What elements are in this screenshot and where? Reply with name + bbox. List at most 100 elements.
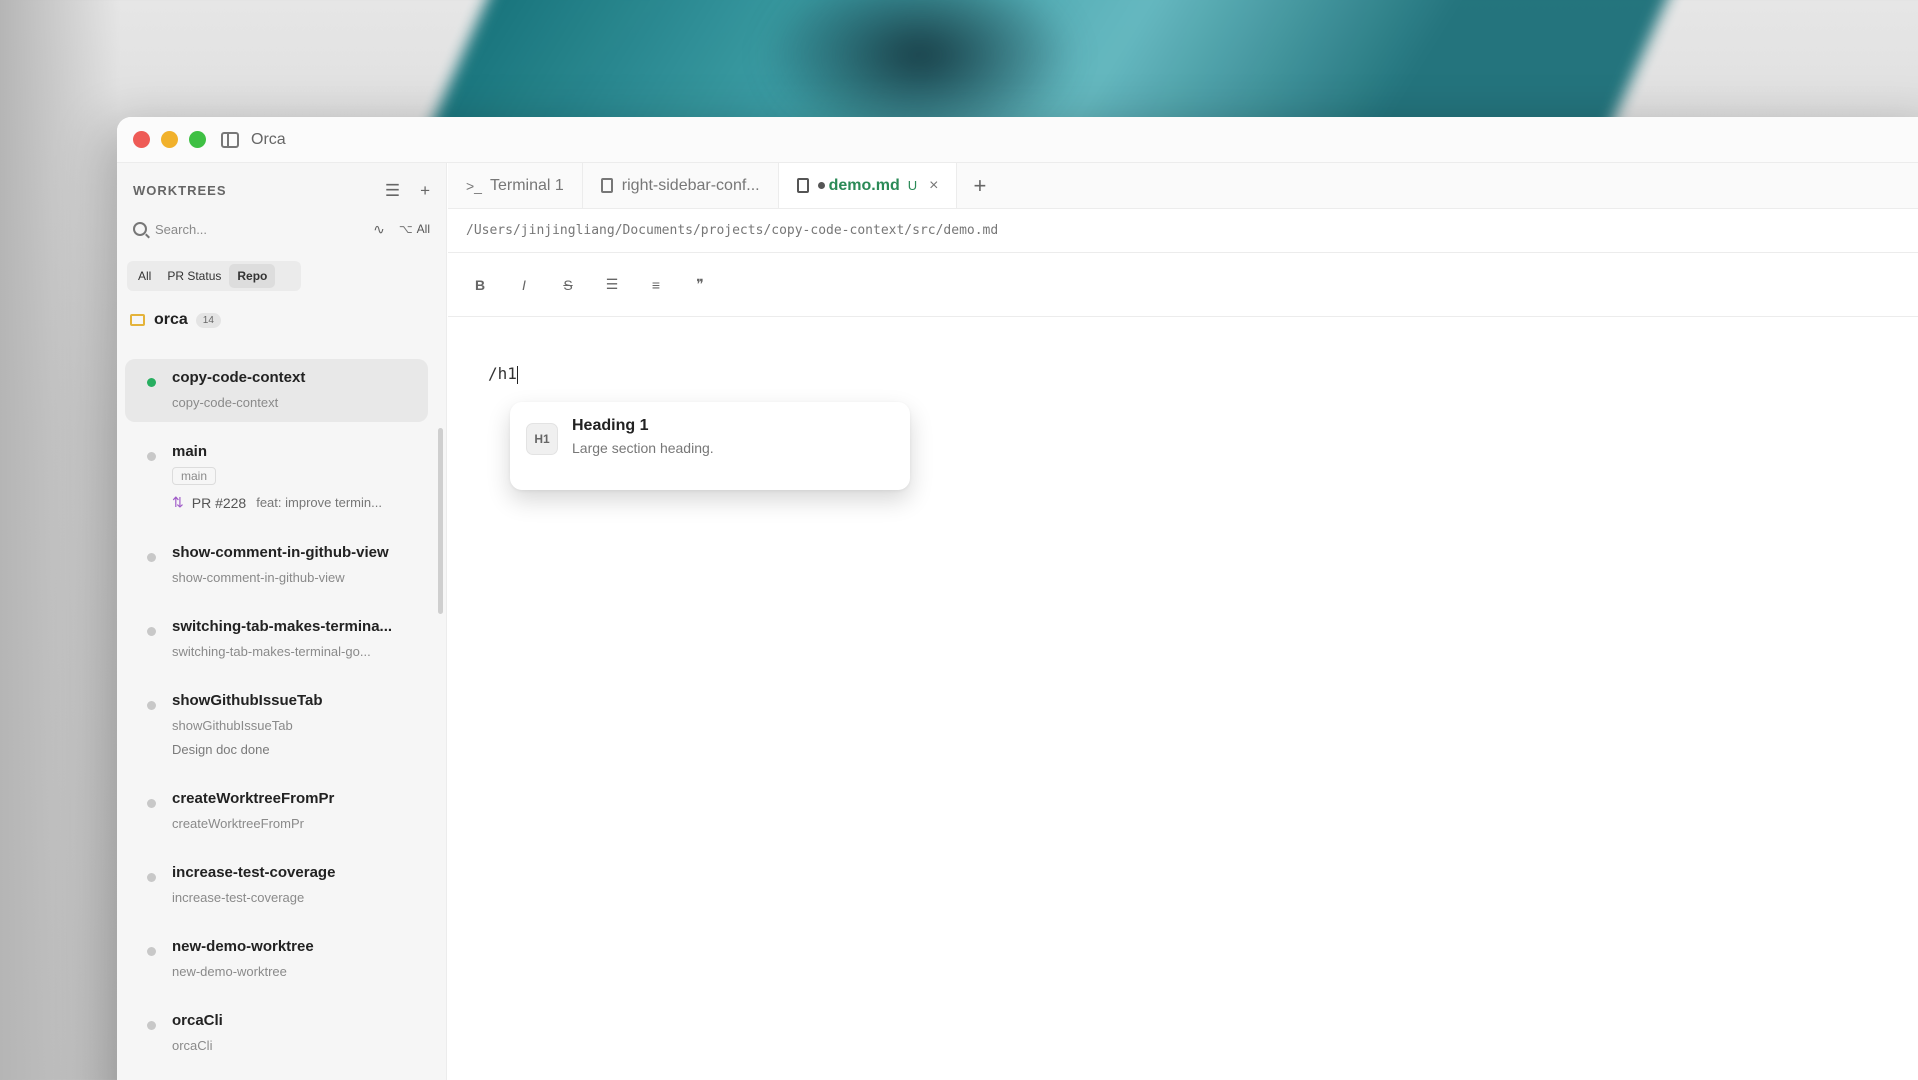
search-icon bbox=[133, 222, 147, 236]
numbered-list-icon[interactable]: ≡ bbox=[648, 277, 664, 293]
tab-terminal[interactable]: >_ Terminal 1 bbox=[448, 163, 583, 208]
worktree-item[interactable]: copy-code-context copy-code-context bbox=[125, 359, 428, 422]
search-input[interactable] bbox=[155, 221, 374, 237]
format-toolbar: B I S ☰ ≡ ❞ bbox=[448, 253, 1918, 317]
editor-text: /h1 bbox=[488, 364, 517, 383]
worktree-item[interactable]: showGithubIssueTab showGithubIssueTab De… bbox=[125, 682, 428, 769]
worktree-name: show-comment-in-github-view bbox=[172, 544, 389, 561]
sidebar-toggle-icon[interactable] bbox=[221, 131, 239, 148]
segment-repo[interactable]: Repo bbox=[229, 264, 276, 288]
worktree-item[interactable]: new-demo-worktree new-demo-worktree bbox=[125, 928, 428, 991]
quote-icon[interactable]: ❞ bbox=[692, 276, 708, 293]
file-path: /Users/jinjingliang/Documents/projects/c… bbox=[466, 223, 999, 238]
group-by-segmented-control: All PR Status Repo bbox=[127, 261, 301, 291]
worktree-branch: show-comment-in-github-view bbox=[172, 570, 345, 585]
repo-count-badge: 14 bbox=[195, 312, 221, 328]
title-bar: Orca bbox=[117, 117, 1918, 163]
tree-icon: ⌥ bbox=[398, 222, 413, 236]
worktree-item[interactable]: orcaCli orcaCli bbox=[125, 1002, 428, 1065]
slash-menu-item-heading-1[interactable]: Heading 1 Large section heading. bbox=[572, 417, 714, 456]
status-dot-icon bbox=[147, 452, 156, 461]
close-tab-icon[interactable]: × bbox=[929, 177, 938, 195]
status-dot-icon bbox=[147, 873, 156, 882]
app-title: Orca bbox=[251, 130, 286, 148]
segment-pr-status[interactable]: PR Status bbox=[159, 264, 229, 288]
wallpaper-left bbox=[0, 0, 120, 1080]
worktree-name: createWorktreeFromPr bbox=[172, 790, 335, 807]
menu-item-description: Large section heading. bbox=[572, 440, 714, 456]
pull-request-icon: ⇅ bbox=[172, 494, 184, 510]
worktree-branch-tag: main bbox=[172, 467, 217, 485]
status-dot-icon bbox=[147, 1021, 156, 1030]
pr-title: feat: improve termin... bbox=[256, 495, 382, 510]
status-dot-icon bbox=[147, 701, 156, 710]
tab-right-sidebar-config[interactable]: right-sidebar-conf... bbox=[583, 163, 779, 208]
bold-button[interactable]: B bbox=[472, 277, 488, 293]
minimize-window-button[interactable] bbox=[161, 131, 178, 148]
worktree-name: main bbox=[172, 443, 208, 460]
file-path-bar: /Users/jinjingliang/Documents/projects/c… bbox=[448, 209, 1918, 253]
search-row: ∿ ⌥ All bbox=[117, 217, 446, 241]
sliders-icon[interactable]: ☰ bbox=[385, 182, 400, 199]
tree-filter-label: All bbox=[416, 222, 430, 236]
strikethrough-button[interactable]: S bbox=[560, 277, 576, 293]
italic-button[interactable]: I bbox=[516, 277, 532, 293]
worktree-branch: switching-tab-makes-terminal-go... bbox=[172, 644, 371, 659]
markdown-editor[interactable]: /h1 H1 Heading 1 Large section heading. bbox=[448, 317, 1918, 490]
worktree-name: orcaCli bbox=[172, 1012, 223, 1029]
worktree-branch: copy-code-context bbox=[172, 395, 279, 410]
status-dot-icon bbox=[147, 553, 156, 562]
worktree-branch: createWorktreeFromPr bbox=[172, 816, 304, 831]
worktree-item[interactable]: main main ⇅ PR #228 feat: improve termin… bbox=[125, 433, 428, 523]
worktree-name: copy-code-context bbox=[172, 369, 306, 386]
editor-line[interactable]: /h1 bbox=[488, 364, 1918, 384]
git-status-badge: U bbox=[907, 178, 918, 193]
file-icon bbox=[600, 178, 613, 193]
sidebar-scrollbar[interactable] bbox=[438, 428, 443, 614]
menu-item-title: Heading 1 bbox=[572, 417, 649, 434]
sidebar-title: WORKTREES bbox=[133, 182, 227, 198]
worktree-list: copy-code-context copy-code-context main… bbox=[125, 359, 428, 1076]
zoom-window-button[interactable] bbox=[189, 131, 206, 148]
tab-demo-md[interactable]: demo.md U × bbox=[778, 163, 958, 208]
repo-name: orca bbox=[154, 311, 188, 328]
add-worktree-icon[interactable]: + bbox=[420, 182, 430, 199]
worktree-sidebar: WORKTREES ☰ + ∿ ⌥ All All PR Status Repo… bbox=[117, 163, 447, 1080]
heading-1-icon: H1 bbox=[526, 423, 558, 455]
folder-icon bbox=[130, 314, 145, 326]
worktree-name: showGithubIssueTab bbox=[172, 692, 323, 709]
tab-bar: >_ Terminal 1 right-sidebar-conf... demo… bbox=[448, 163, 1918, 209]
worktree-branch: new-demo-worktree bbox=[172, 964, 287, 979]
text-caret bbox=[516, 365, 518, 384]
tree-filter[interactable]: ⌥ All bbox=[399, 222, 430, 236]
worktree-item[interactable]: show-comment-in-github-view show-comment… bbox=[125, 534, 428, 597]
status-dot-icon bbox=[147, 799, 156, 808]
close-window-button[interactable] bbox=[133, 131, 150, 148]
segment-all[interactable]: All bbox=[130, 264, 159, 288]
activity-icon[interactable]: ∿ bbox=[373, 221, 385, 238]
worktree-name: new-demo-worktree bbox=[172, 938, 314, 955]
terminal-icon: >_ bbox=[466, 177, 482, 194]
worktree-branch: increase-test-coverage bbox=[172, 890, 305, 905]
worktree-item[interactable]: createWorktreeFromPr createWorktreeFromP… bbox=[125, 780, 428, 843]
unsaved-dot-icon bbox=[817, 182, 825, 189]
status-dot-icon bbox=[147, 947, 156, 956]
slash-command-menu: H1 Heading 1 Large section heading. bbox=[510, 402, 910, 490]
new-tab-button[interactable]: + bbox=[957, 163, 1002, 208]
worktree-item[interactable]: switching-tab-makes-termina... switching… bbox=[125, 608, 428, 671]
worktree-branch: showGithubIssueTab bbox=[172, 718, 293, 733]
app-window: Orca WORKTREES ☰ + ∿ ⌥ All All PR Status… bbox=[117, 117, 1918, 1080]
worktree-branch: orcaCli bbox=[172, 1038, 213, 1053]
pr-number: PR #228 bbox=[191, 494, 247, 511]
worktree-name: switching-tab-makes-termina... bbox=[172, 618, 393, 635]
file-icon bbox=[796, 178, 809, 193]
worktree-pr[interactable]: ⇅ PR #228 feat: improve termin... bbox=[172, 494, 428, 511]
repo-group-header[interactable]: orca 14 bbox=[130, 311, 446, 329]
main-area: >_ Terminal 1 right-sidebar-conf... demo… bbox=[448, 163, 1918, 1080]
worktree-note: Design doc done bbox=[172, 742, 270, 757]
status-dot-icon bbox=[147, 378, 156, 387]
worktree-item[interactable]: increase-test-coverage increase-test-cov… bbox=[125, 854, 428, 917]
status-dot-icon bbox=[147, 627, 156, 636]
worktree-name: increase-test-coverage bbox=[172, 864, 336, 881]
bullet-list-icon[interactable]: ☰ bbox=[604, 276, 620, 293]
